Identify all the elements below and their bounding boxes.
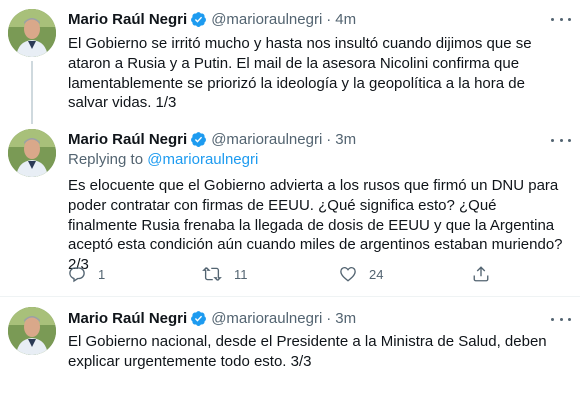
more-icon[interactable] [551,133,571,147]
timestamp[interactable]: 3m [335,310,356,327]
tweet-text: Es elocuente que el Gobierno advierta a … [68,177,563,274]
tweet-text: El Gobierno se irritó mucho y hasta nos … [68,35,532,112]
timestamp[interactable]: 4m [335,11,356,28]
retweet-button[interactable]: 11 [202,264,248,284]
separator-dot: · [326,130,332,148]
retweet-icon [202,267,222,281]
tweet-header: Mario Raúl Negri @marioraulnegri · 4m [68,9,356,29]
share-button[interactable] [472,264,490,284]
author-name[interactable]: Mario Raúl Negri [68,131,187,148]
tweet-1[interactable]: Mario Raúl Negri @marioraulnegri · 4m El… [0,0,580,124]
tweet-header: Mario Raúl Negri @marioraulnegri · 3m [68,308,356,328]
reply-icon [69,267,85,283]
replying-to: Replying to @marioraulnegri [68,151,258,168]
reply-count: 1 [98,266,106,282]
reply-button[interactable]: 1 [68,264,105,284]
tweet-text: El Gobierno nacional, desde el President… [68,333,547,370]
separator-dot: · [326,309,332,327]
author-handle[interactable]: @marioraulnegri [211,11,322,28]
replying-mention[interactable]: @marioraulnegri [147,151,258,168]
avatar[interactable] [8,129,56,177]
separator-dot: · [326,10,332,28]
retweet-count: 11 [234,266,248,282]
tweet-2[interactable]: Mario Raúl Negri @marioraulnegri · 3m Re… [0,124,580,296]
author-handle[interactable]: @marioraulnegri [211,131,322,148]
verified-badge-icon [191,11,207,27]
avatar[interactable] [8,307,56,355]
tweet-header: Mario Raúl Negri @marioraulnegri · 3m [68,129,356,149]
replying-label: Replying to [68,151,144,168]
tweet-3[interactable]: Mario Raúl Negri @marioraulnegri · 3m El… [0,297,580,402]
thread-line [31,61,33,124]
share-icon [473,266,489,282]
author-name[interactable]: Mario Raúl Negri [68,11,187,28]
author-name[interactable]: Mario Raúl Negri [68,310,187,327]
like-icon [340,266,356,282]
more-icon[interactable] [551,312,571,326]
timestamp[interactable]: 3m [335,131,356,148]
verified-badge-icon [191,310,207,326]
avatar[interactable] [8,9,56,57]
like-button[interactable]: 24 [339,264,383,284]
verified-badge-icon [191,131,207,147]
like-count: 24 [369,266,384,282]
more-icon[interactable] [551,12,571,26]
author-handle[interactable]: @marioraulnegri [211,310,322,327]
